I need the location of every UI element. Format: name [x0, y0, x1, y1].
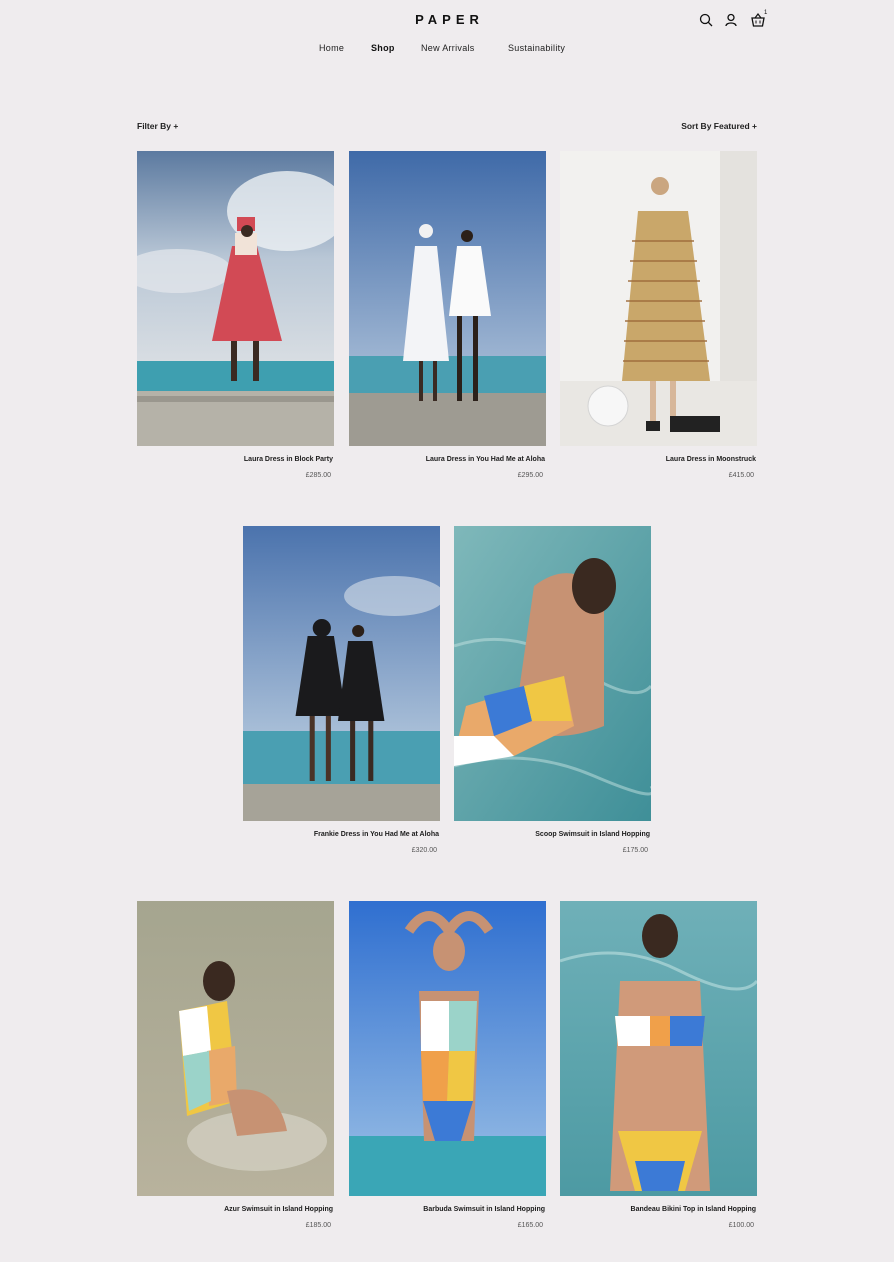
- product-image[interactable]: [560, 151, 757, 446]
- product-price: £285.00: [305, 472, 331, 479]
- product-image[interactable]: [349, 901, 546, 1196]
- product-image[interactable]: [137, 151, 334, 446]
- product-image[interactable]: [137, 901, 334, 1196]
- site-header: PAPER 1 Home Shop New Arrivals Sustainab…: [0, 0, 894, 70]
- product-name[interactable]: Scoop Swimsuit in Island Hopping: [535, 831, 650, 838]
- product-image[interactable]: [243, 526, 440, 821]
- account-icon[interactable]: [723, 12, 739, 28]
- product-name[interactable]: Barbuda Swimsuit in Island Hopping: [423, 1206, 545, 1213]
- product-card[interactable]: Scoop Swimsuit in Island Hopping £175.00: [454, 526, 651, 866]
- nav-shop[interactable]: Shop: [371, 43, 395, 53]
- product-name[interactable]: Laura Dress in Moonstruck: [666, 456, 756, 463]
- product-image[interactable]: [349, 151, 546, 446]
- main-nav: Home Shop New Arrivals Sustainability: [0, 43, 894, 57]
- product-name[interactable]: Laura Dress in You Had Me at Aloha: [426, 456, 545, 463]
- product-price: £320.00: [411, 847, 437, 854]
- product-price: £415.00: [728, 472, 754, 479]
- product-price: £100.00: [728, 1222, 754, 1229]
- nav-sustainability[interactable]: Sustainability: [508, 43, 565, 53]
- product-card[interactable]: Bandeau Bikini Top in Island Hopping £10…: [560, 901, 757, 1241]
- nav-home[interactable]: Home: [319, 43, 344, 53]
- product-card[interactable]: Azur Swimsuit in Island Hopping £185.00: [137, 901, 334, 1241]
- product-name[interactable]: Azur Swimsuit in Island Hopping: [224, 1206, 333, 1213]
- product-card[interactable]: Barbuda Swimsuit in Island Hopping £165.…: [349, 901, 546, 1241]
- search-icon[interactable]: [698, 12, 714, 28]
- product-card[interactable]: Frankie Dress in You Had Me at Aloha £32…: [243, 526, 440, 866]
- product-price: £175.00: [622, 847, 648, 854]
- sort-button[interactable]: Sort By Featured +: [681, 121, 757, 131]
- product-name[interactable]: Frankie Dress in You Had Me at Aloha: [314, 831, 439, 838]
- product-card[interactable]: Laura Dress in Moonstruck £415.00: [560, 151, 757, 491]
- product-card[interactable]: Laura Dress in Block Party £285.00: [137, 151, 334, 491]
- product-image[interactable]: [560, 901, 757, 1196]
- product-card[interactable]: Laura Dress in You Had Me at Aloha £295.…: [349, 151, 546, 491]
- product-name[interactable]: Bandeau Bikini Top in Island Hopping: [631, 1206, 756, 1213]
- product-name[interactable]: Laura Dress in Block Party: [244, 456, 333, 463]
- product-price: £295.00: [517, 472, 543, 479]
- product-image[interactable]: [454, 526, 651, 821]
- collection-toolbar: Filter By + Sort By Featured +: [137, 121, 757, 133]
- filter-button[interactable]: Filter By +: [137, 121, 178, 131]
- product-price: £185.00: [305, 1222, 331, 1229]
- cart-count-badge: 1: [764, 10, 768, 16]
- product-price: £165.00: [517, 1222, 543, 1229]
- nav-new-arrivals[interactable]: New Arrivals: [421, 43, 475, 53]
